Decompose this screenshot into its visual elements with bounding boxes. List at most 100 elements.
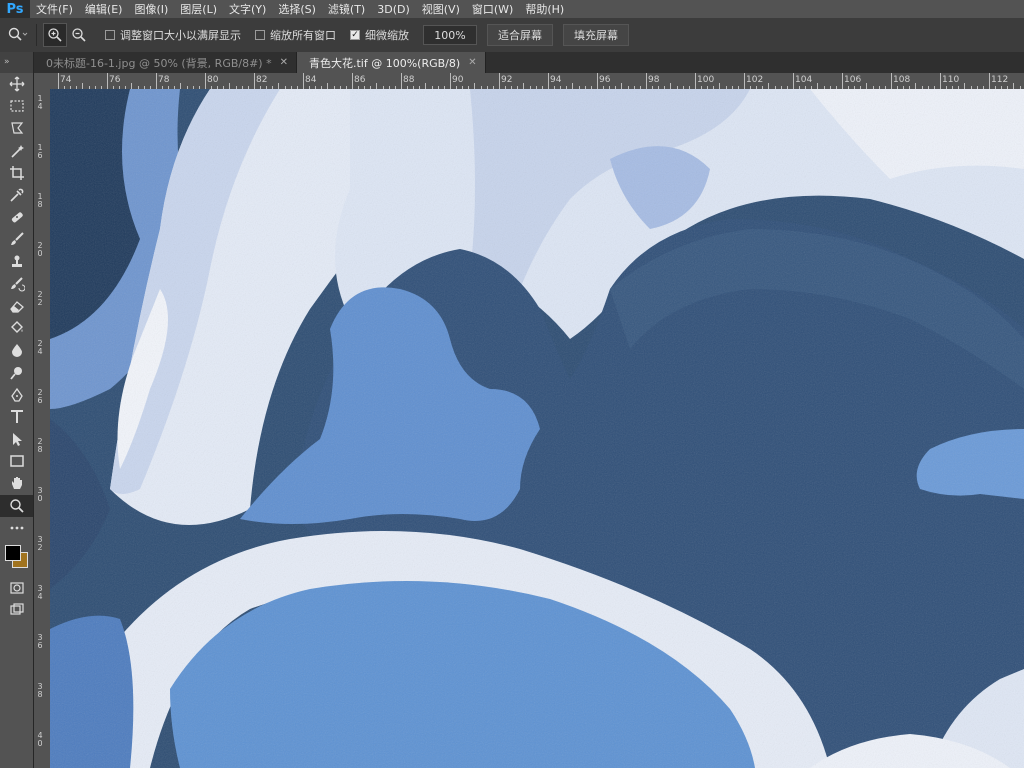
ruler-tick — [303, 73, 304, 89]
tools-panel: » — [0, 52, 34, 768]
foreground-color-swatch[interactable] — [5, 544, 21, 561]
ruler-label: 108 — [893, 75, 911, 85]
ruler-label: 84 — [305, 75, 317, 85]
quick-mask-icon[interactable] — [0, 577, 33, 599]
ruler-tick — [646, 73, 647, 89]
ruler-tick — [352, 73, 353, 89]
ruler-tick — [450, 73, 451, 89]
dodge-icon[interactable] — [0, 361, 33, 383]
zoom-percent-field[interactable]: 100% — [423, 25, 477, 45]
fit-window-option[interactable]: 调整窗口大小以满屏显示 — [105, 27, 241, 43]
ruler-tick — [548, 73, 549, 89]
eraser-icon[interactable] — [0, 295, 33, 317]
ruler-label: 30 — [37, 486, 43, 503]
vertical-ruler[interactable]: 14 16 18 20 22 24 26 28 30 32 34 36 38 40 — [34, 89, 51, 768]
clone-stamp-icon[interactable] — [0, 251, 33, 273]
menu-type[interactable]: 文字(Y) — [223, 1, 272, 17]
brush-icon[interactable] — [0, 228, 33, 250]
magic-wand-icon[interactable] — [0, 140, 33, 162]
pen-icon[interactable] — [0, 384, 33, 406]
menu-view[interactable]: 视图(V) — [416, 1, 466, 17]
close-icon[interactable]: ✕ — [468, 57, 476, 68]
close-icon[interactable]: ✕ — [280, 57, 288, 68]
fit-window-label: 调整窗口大小以满屏显示 — [120, 29, 241, 42]
move-icon[interactable] — [0, 73, 33, 95]
path-selection-icon[interactable] — [0, 428, 33, 450]
more-tools-icon[interactable] — [0, 517, 33, 539]
ruler-label: 14 — [37, 94, 43, 111]
ruler-label: 80 — [207, 75, 219, 85]
hand-icon[interactable] — [0, 472, 33, 494]
history-brush-icon[interactable] — [0, 273, 33, 295]
menu-layer[interactable]: 图层(L) — [174, 1, 223, 17]
screen-mode-icon[interactable] — [0, 599, 33, 621]
ruler-tick — [597, 73, 598, 89]
ruler-tick — [499, 73, 500, 89]
ruler-label: 96 — [599, 75, 611, 85]
menu-window[interactable]: 窗口(W) — [466, 1, 519, 17]
ruler-label: 78 — [158, 75, 170, 85]
tab-untitled-16[interactable]: 0未标题-16-1.jpg @ 50% (背景, RGB/8#) * ✕ — [34, 52, 297, 73]
ruler-label: 40 — [37, 731, 43, 748]
zoom-out-icon[interactable] — [67, 23, 91, 47]
scrubby-zoom-label: 细微缩放 — [365, 29, 409, 42]
ruler-label: 82 — [256, 75, 268, 85]
tab-qingse-dahua[interactable]: 青色大花.tif @ 100%(RGB/8) ✕ — [297, 52, 486, 73]
fit-screen-button[interactable]: 适合屏幕 — [487, 24, 553, 46]
document-canvas[interactable] — [50, 89, 1024, 768]
type-icon[interactable] — [0, 406, 33, 428]
menu-help[interactable]: 帮助(H) — [519, 1, 570, 17]
ruler-tick — [793, 73, 794, 89]
eyedropper-icon[interactable] — [0, 184, 33, 206]
ruler-label: 94 — [550, 75, 562, 85]
healing-brush-icon[interactable] — [0, 206, 33, 228]
ruler-label: 34 — [37, 584, 43, 601]
ruler-label: 36 — [37, 633, 43, 650]
zoom-in-icon[interactable] — [43, 23, 67, 47]
ruler-label: 100 — [697, 75, 715, 85]
ruler-label: 16 — [37, 143, 43, 160]
ruler-label: 102 — [746, 75, 764, 85]
menu-image[interactable]: 图像(I) — [128, 1, 174, 17]
menu-3d[interactable]: 3D(D) — [371, 3, 416, 16]
tab-label: 0未标题-16-1.jpg @ 50% (背景, RGB/8#) * — [46, 56, 272, 70]
menu-edit[interactable]: 编辑(E) — [79, 1, 129, 17]
zoom-icon[interactable] — [0, 494, 33, 517]
collapse-panel-icon[interactable]: » — [0, 52, 33, 73]
zoom-all-windows-option[interactable]: 缩放所有窗口 — [255, 27, 336, 43]
ruler-label: 112 — [991, 75, 1009, 85]
marquee-icon[interactable] — [0, 95, 33, 117]
fill-screen-button[interactable]: 填充屏幕 — [563, 24, 629, 46]
scrubby-zoom-checkbox[interactable]: ✓ — [350, 30, 360, 40]
rectangle-icon[interactable] — [0, 450, 33, 472]
ruler-tick — [842, 73, 843, 89]
crop-icon[interactable] — [0, 162, 33, 184]
ruler-origin[interactable] — [34, 73, 51, 90]
ruler-label: 76 — [109, 75, 121, 85]
zoom-all-windows-checkbox[interactable] — [255, 30, 265, 40]
ruler-label: 38 — [37, 682, 43, 699]
blur-icon[interactable] — [0, 339, 33, 361]
zoom-all-windows-label: 缩放所有窗口 — [270, 29, 336, 42]
ruler-tick — [107, 73, 108, 89]
ruler-label: 26 — [37, 388, 43, 405]
tab-label: 青色大花.tif @ 100%(RGB/8) — [309, 56, 461, 70]
ruler-label: 24 — [37, 339, 43, 356]
ruler-label: 110 — [942, 75, 960, 85]
menu-select[interactable]: 选择(S) — [272, 1, 322, 17]
fit-window-checkbox[interactable] — [105, 30, 115, 40]
ruler-label: 106 — [844, 75, 862, 85]
paint-bucket-icon[interactable] — [0, 317, 33, 339]
ruler-label: 104 — [795, 75, 813, 85]
photoshop-logo: Ps — [0, 0, 30, 18]
ruler-tick — [401, 73, 402, 89]
ruler-tick — [156, 73, 157, 89]
lasso-icon[interactable] — [0, 117, 33, 139]
menu-filter[interactable]: 滤镜(T) — [322, 1, 371, 17]
ruler-label: 98 — [648, 75, 660, 85]
scrubby-zoom-option[interactable]: ✓ 细微缩放 — [350, 27, 409, 43]
ruler-tick — [891, 73, 892, 89]
zoom-tool-preset-icon[interactable] — [6, 23, 30, 47]
menu-file[interactable]: 文件(F) — [30, 1, 79, 17]
horizontal-ruler[interactable]: 74 76 78 80 82 84 86 88 90 92 94 96 98 100 102 104 106 10… — [50, 73, 1024, 90]
